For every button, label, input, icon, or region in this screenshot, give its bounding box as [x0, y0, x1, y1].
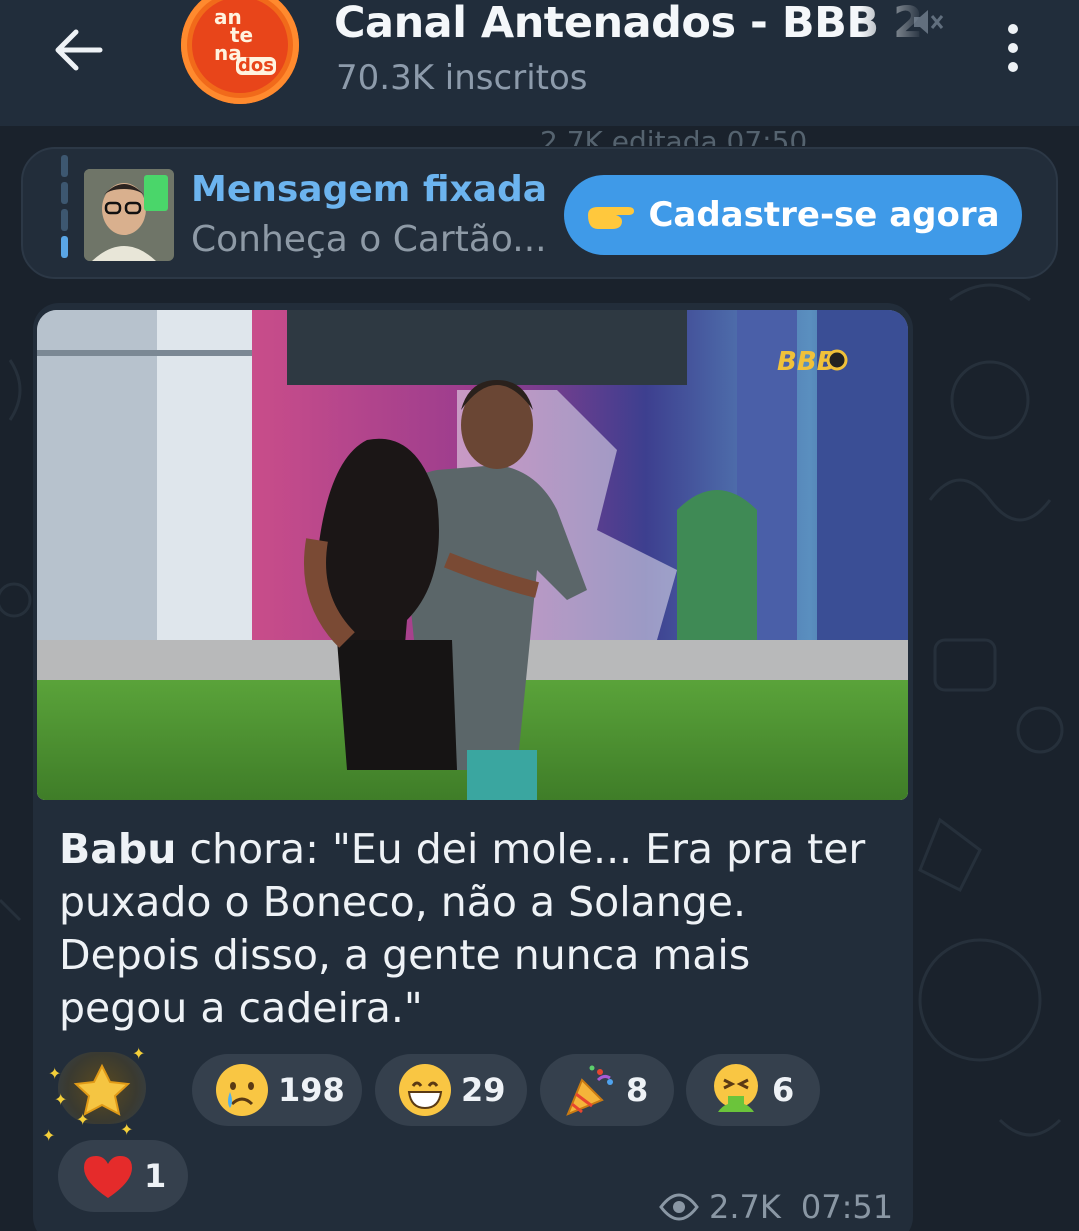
sparkle-icon: ✦ — [54, 1090, 68, 1109]
dot-icon — [1008, 24, 1018, 35]
dot-icon — [1008, 42, 1018, 53]
reaction-party[interactable]: 8 — [540, 1054, 674, 1126]
message-body: chora: "Eu dei mole... Era pra ter puxad… — [59, 825, 866, 1032]
vomiting-face-icon — [714, 1064, 758, 1112]
reaction-count: 29 — [461, 1071, 506, 1109]
sparkle-icon: ✦ — [132, 1044, 146, 1063]
grinning-face-icon — [399, 1064, 451, 1116]
message-meta: 2.7K 07:51 — [659, 1188, 893, 1226]
channel-title[interactable]: Canal Antenados - BBB 2 — [334, 0, 944, 48]
red-heart-icon — [84, 1156, 132, 1198]
reaction-crying[interactable]: 198 — [192, 1054, 362, 1126]
sparkle-icon: ✦ — [42, 1126, 56, 1145]
message-bold-name: Babu — [59, 825, 177, 873]
message-time: 07:51 — [800, 1188, 894, 1226]
subscriber-count: 70.3K inscritos — [336, 58, 588, 98]
message-photo[interactable]: BBB — [37, 310, 908, 800]
pinned-title: Mensagem fixada — [191, 169, 548, 210]
logo-text: dos — [236, 55, 276, 76]
reaction-count: 6 — [772, 1071, 795, 1109]
reaction-count: 198 — [278, 1071, 345, 1109]
reaction-count: 8 — [626, 1071, 649, 1109]
sparkle-icon: ✦ — [76, 1110, 90, 1129]
sparkle-icon: ✦ — [48, 1064, 62, 1083]
previous-message-meta: 2.7K editada 07:50 — [540, 125, 808, 146]
sparkle-icon: ✦ — [120, 1120, 134, 1139]
pinned-message-bar[interactable]: Mensagem fixada Conheça o Cartão... Cada… — [21, 147, 1058, 279]
reaction-heart[interactable]: 1 — [58, 1140, 188, 1212]
register-button-label: Cadastre-se agora — [648, 195, 1000, 235]
back-button[interactable] — [44, 20, 112, 80]
eye-icon — [659, 1193, 699, 1221]
party-popper-icon — [566, 1065, 613, 1116]
view-count: 2.7K — [709, 1188, 781, 1226]
pinned-thumbnail — [84, 169, 174, 261]
mute-icon — [914, 10, 944, 34]
channel-header: an te na dos Canal Antenados - BBB 2 70.… — [0, 0, 1079, 126]
pointing-hand-icon — [588, 207, 635, 229]
reaction-vomiting[interactable]: 6 — [686, 1054, 820, 1126]
reaction-grinning[interactable]: 29 — [375, 1054, 527, 1126]
message-bubble: BBB Babu chora: "Eu dei mole... Era pra … — [33, 303, 913, 1231]
more-options-button[interactable] — [990, 20, 1036, 76]
message-text: Babu chora: "Eu dei mole... Era pra ter … — [59, 823, 879, 1035]
reaction-count: 1 — [144, 1157, 167, 1195]
back-arrow-icon — [55, 29, 103, 71]
dot-icon — [1008, 61, 1018, 72]
register-button[interactable]: Cadastre-se agora — [564, 175, 1022, 255]
channel-logo: an te na dos — [192, 0, 288, 93]
crying-face-icon — [216, 1064, 268, 1116]
channel-avatar[interactable]: an te na dos — [181, 0, 299, 104]
pinned-indicator — [61, 155, 68, 263]
pinned-preview-text: Conheça o Cartão... — [191, 219, 547, 260]
